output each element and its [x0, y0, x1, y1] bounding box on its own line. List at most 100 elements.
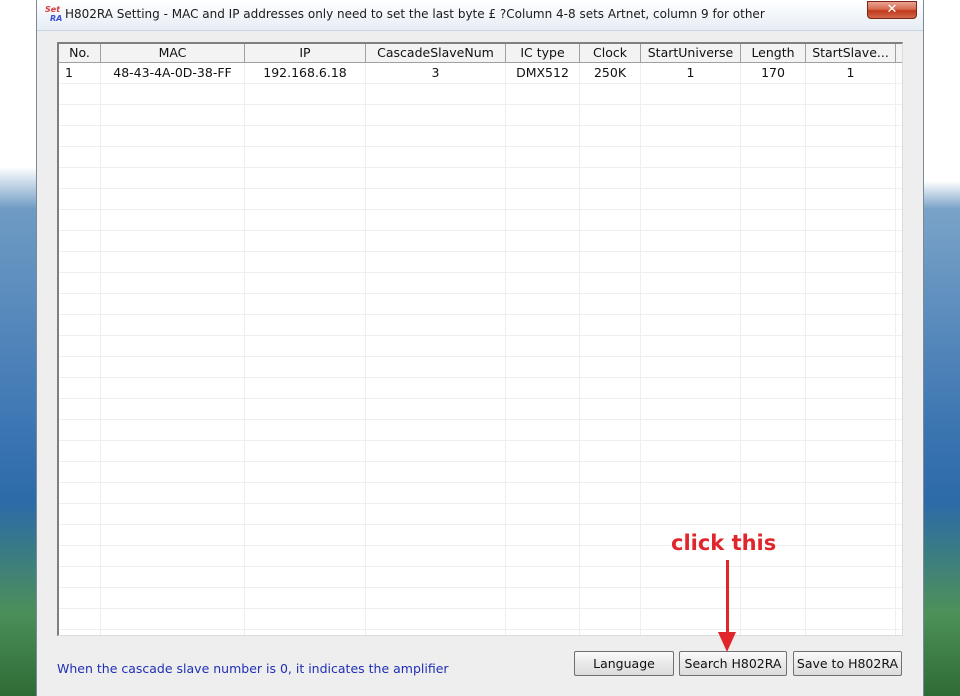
empty-cell [59, 294, 101, 315]
empty-cell [806, 546, 896, 567]
empty-cell [580, 483, 641, 504]
empty-table-row [59, 630, 902, 635]
empty-cell [59, 231, 101, 252]
empty-cell [59, 609, 101, 630]
close-button[interactable]: ✕ [867, 1, 917, 19]
empty-cell [641, 378, 741, 399]
empty-cell [580, 273, 641, 294]
empty-table-row [59, 147, 902, 168]
empty-cell [366, 399, 506, 420]
empty-cell [59, 420, 101, 441]
empty-cell [245, 504, 366, 525]
empty-cell [641, 273, 741, 294]
empty-cell [806, 420, 896, 441]
empty-cell [741, 147, 806, 168]
empty-cell [245, 126, 366, 147]
empty-cell [806, 168, 896, 189]
window-title: H802RA Setting - MAC and IP addresses on… [65, 7, 765, 21]
column-header-length[interactable]: Length [741, 44, 806, 62]
empty-cell [101, 609, 245, 630]
empty-table-row [59, 105, 902, 126]
empty-cell [506, 546, 580, 567]
empty-cell [506, 105, 580, 126]
empty-cell [101, 546, 245, 567]
empty-cell [101, 210, 245, 231]
empty-cell [806, 210, 896, 231]
empty-cell [101, 588, 245, 609]
empty-cell [580, 462, 641, 483]
cell-mac: 48-43-4A-0D-38-FF [101, 63, 245, 84]
status-text: When the cascade slave number is 0, it i… [57, 661, 449, 676]
column-header-ic-type[interactable]: IC type [506, 44, 580, 62]
language-button[interactable]: Language [574, 651, 674, 676]
empty-cell [101, 105, 245, 126]
empty-cell [245, 399, 366, 420]
empty-cell [741, 567, 806, 588]
close-icon: ✕ [886, 2, 898, 17]
cell-ip: 192.168.6.18 [245, 63, 366, 84]
empty-cell [641, 252, 741, 273]
empty-cell [641, 168, 741, 189]
column-header-mac[interactable]: MAC [101, 44, 245, 62]
empty-cell [741, 105, 806, 126]
empty-cell [506, 147, 580, 168]
column-header-start-universe[interactable]: StartUniverse [641, 44, 741, 62]
column-header-start-slave[interactable]: StartSlave... [806, 44, 896, 62]
empty-cell [580, 525, 641, 546]
empty-cell [366, 441, 506, 462]
title-bar[interactable]: Set RA H802RA Setting - MAC and IP addre… [37, 0, 923, 31]
empty-table-row [59, 273, 902, 294]
empty-cell [580, 294, 641, 315]
table-header: No. MAC IP CascadeSlaveNum IC type Clock… [59, 44, 902, 63]
empty-cell [806, 252, 896, 273]
cell-start-slave: 1 [806, 63, 896, 84]
empty-cell [506, 609, 580, 630]
empty-cell [806, 315, 896, 336]
empty-cell [806, 273, 896, 294]
empty-cell [101, 420, 245, 441]
empty-cell [580, 105, 641, 126]
empty-cell [806, 483, 896, 504]
empty-cell [245, 105, 366, 126]
empty-cell [806, 441, 896, 462]
empty-cell [245, 609, 366, 630]
empty-cell [59, 504, 101, 525]
empty-cell [366, 252, 506, 273]
table-row[interactable]: 1 48-43-4A-0D-38-FF 192.168.6.18 3 DMX51… [59, 63, 902, 84]
empty-cell [59, 105, 101, 126]
empty-cell [506, 294, 580, 315]
empty-cell [245, 315, 366, 336]
empty-cell [59, 126, 101, 147]
empty-cell [506, 189, 580, 210]
search-h802ra-button[interactable]: Search H802RA [679, 651, 787, 676]
cell-length: 170 [741, 63, 806, 84]
empty-cell [59, 168, 101, 189]
empty-cell [366, 420, 506, 441]
empty-cell [245, 525, 366, 546]
empty-cell [245, 336, 366, 357]
empty-cell [506, 504, 580, 525]
empty-cell [506, 84, 580, 105]
empty-cell [741, 273, 806, 294]
empty-table-row [59, 588, 902, 609]
column-header-ip[interactable]: IP [245, 44, 366, 62]
empty-cell [101, 525, 245, 546]
empty-cell [366, 504, 506, 525]
column-header-clock[interactable]: Clock [580, 44, 641, 62]
column-header-cascade-slave-num[interactable]: CascadeSlaveNum [366, 44, 506, 62]
column-header-no[interactable]: No. [59, 44, 101, 62]
cell-no: 1 [59, 63, 101, 84]
empty-table-row [59, 336, 902, 357]
empty-cell [366, 378, 506, 399]
empty-cell [641, 462, 741, 483]
save-to-h802ra-button[interactable]: Save to H802RA [793, 651, 902, 676]
empty-cell [641, 399, 741, 420]
empty-cell [506, 231, 580, 252]
empty-cell [59, 336, 101, 357]
empty-cell [101, 441, 245, 462]
empty-cell [366, 567, 506, 588]
empty-cell [806, 84, 896, 105]
empty-cell [366, 609, 506, 630]
empty-cell [506, 399, 580, 420]
empty-table-row [59, 441, 902, 462]
